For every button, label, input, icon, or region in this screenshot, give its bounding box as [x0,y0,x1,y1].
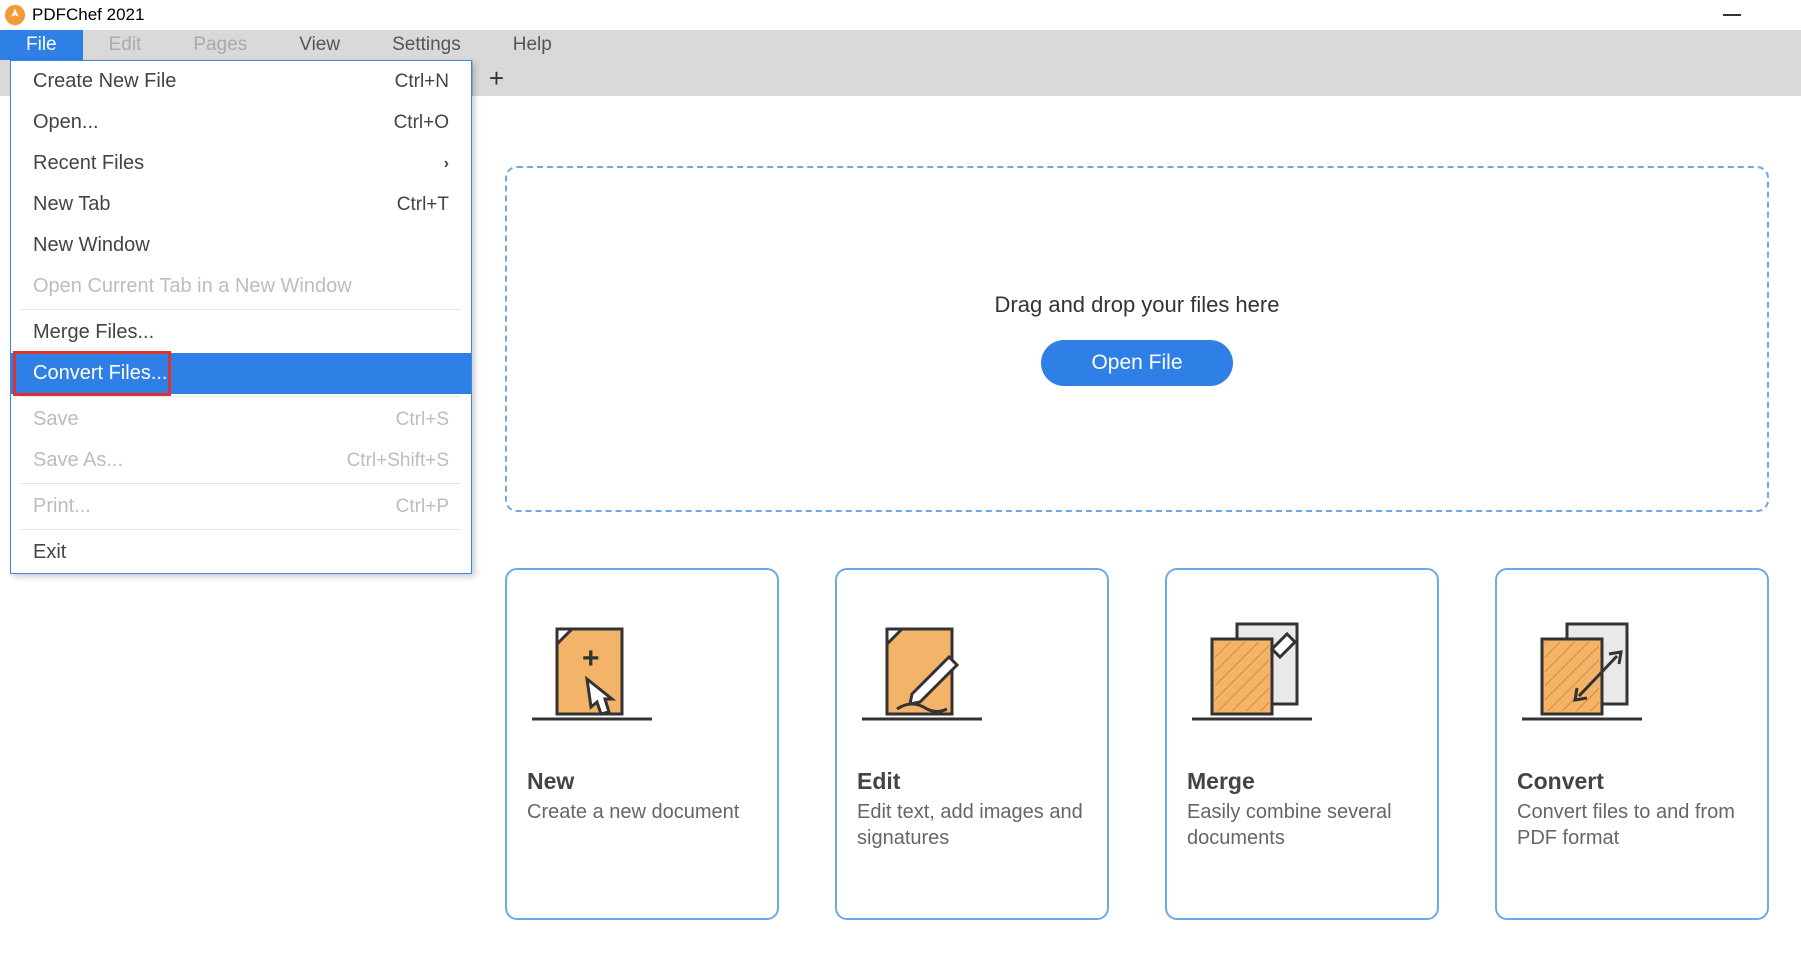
menu-pages[interactable]: Pages [167,30,273,60]
chevron-right-icon: › [444,155,449,173]
dd-label: Open Current Tab in a New Window [33,275,352,298]
convert-documents-icon [1517,594,1747,724]
app-title: PDFChef 2021 [32,5,144,25]
new-document-icon: + [527,594,757,724]
dd-label: Convert Files... [33,362,167,385]
dd-shortcut: Ctrl+N [395,71,449,93]
dd-label: Print... [33,495,91,518]
menu-file[interactable]: File [0,30,83,60]
dd-separator [21,396,461,397]
dd-label: Save [33,408,79,431]
dd-shortcut: Ctrl+Shift+S [347,450,449,472]
dd-recent-files[interactable]: Recent Files › [11,143,471,184]
card-convert[interactable]: Convert Convert files to and from PDF fo… [1495,568,1769,920]
card-edit[interactable]: Edit Edit text, add images and signature… [835,568,1109,920]
dd-print: Print... Ctrl+P [11,486,471,527]
card-merge[interactable]: Merge Easily combine several documents [1165,568,1439,920]
menu-settings[interactable]: Settings [366,30,487,60]
menu-view[interactable]: View [273,30,366,60]
dd-label: Create New File [33,70,176,93]
card-title: New [527,768,757,795]
dropzone[interactable]: Drag and drop your files here Open File [505,166,1769,512]
open-file-button[interactable]: Open File [1041,340,1232,386]
dd-label: New Tab [33,193,110,216]
dd-shortcut: Ctrl+T [397,194,449,216]
menubar: File Edit Pages View Settings Help [0,30,1801,60]
dd-create-new-file[interactable]: Create New File Ctrl+N [11,61,471,102]
cards-row: + New Create a new document Edit Edit te… [505,568,1769,920]
dd-open[interactable]: Open... Ctrl+O [11,102,471,143]
card-desc: Convert files to and from PDF format [1517,799,1747,851]
dd-convert-files[interactable]: Convert Files... [11,353,471,394]
dd-shortcut: Ctrl+O [394,112,449,134]
dd-label: New Window [33,234,150,257]
new-tab-button[interactable]: + [472,60,520,96]
card-new[interactable]: + New Create a new document [505,568,779,920]
dropzone-text: Drag and drop your files here [995,292,1280,318]
dd-label: Open... [33,111,99,134]
dd-separator [21,529,461,530]
dd-save-as: Save As... Ctrl+Shift+S [11,440,471,481]
minimize-button[interactable] [1723,14,1741,16]
plus-icon: + [489,63,504,94]
card-desc: Create a new document [527,799,757,825]
app-icon [4,4,26,26]
dd-merge-files[interactable]: Merge Files... [11,312,471,353]
edit-document-icon [857,594,1087,724]
dd-label: Merge Files... [33,321,154,344]
dd-separator [21,309,461,310]
menu-help[interactable]: Help [487,30,578,60]
main-content: Drag and drop your files here Open File … [475,96,1799,979]
menu-edit[interactable]: Edit [83,30,168,60]
dd-new-window[interactable]: New Window [11,225,471,266]
dd-exit[interactable]: Exit [11,532,471,573]
dd-separator [21,483,461,484]
card-title: Edit [857,768,1087,795]
dd-save: Save Ctrl+S [11,399,471,440]
card-desc: Easily combine several documents [1187,799,1417,851]
dd-new-tab[interactable]: New Tab Ctrl+T [11,184,471,225]
dd-label: Exit [33,541,66,564]
dd-open-current-tab-new-window: Open Current Tab in a New Window [11,266,471,307]
svg-text:+: + [582,642,600,675]
dd-shortcut: Ctrl+P [396,496,449,518]
card-desc: Edit text, add images and signatures [857,799,1087,851]
merge-documents-icon [1187,594,1417,724]
dd-shortcut: Ctrl+S [396,409,449,431]
titlebar: PDFChef 2021 [0,0,1801,30]
dd-label: Save As... [33,449,123,472]
file-dropdown: Create New File Ctrl+N Open... Ctrl+O Re… [10,60,472,574]
card-title: Convert [1517,768,1747,795]
dd-label: Recent Files [33,152,144,175]
card-title: Merge [1187,768,1417,795]
